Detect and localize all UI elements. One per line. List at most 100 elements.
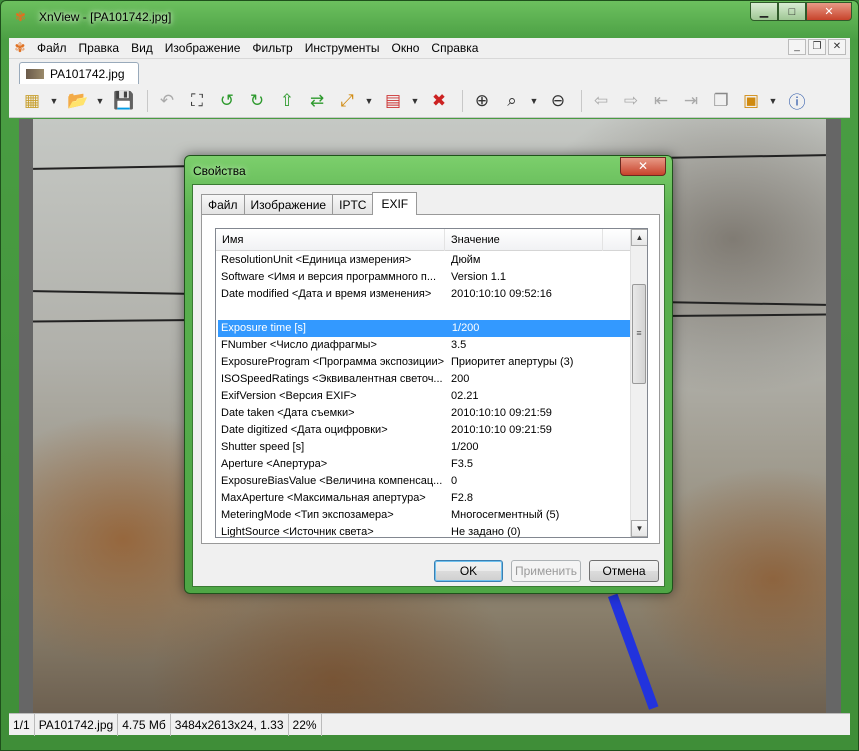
table-row[interactable]: Date digitized <Дата оцифровки> 2010:10:1… <box>216 422 631 439</box>
adjust-icon[interactable]: ▤ <box>380 88 406 114</box>
menu-view[interactable]: Вид <box>125 38 159 58</box>
menu-bar: ✾ Файл Правка Вид Изображение Фильтр Инс… <box>9 38 850 58</box>
table-row[interactable]: ExifVersion <Версия EXIF> 02.21 <box>216 388 631 405</box>
mdi-restore-button[interactable]: ❐ <box>808 39 826 55</box>
table-row[interactable]: ISOSpeedRatings <Эквивалентная светоч...… <box>216 371 631 388</box>
open-folder-icon[interactable]: 📂 <box>65 88 91 114</box>
row-value: Не задано (0) <box>451 526 521 538</box>
document-tab[interactable]: PA101742.jpg <box>19 62 139 85</box>
row-value: 1/200 <box>451 441 479 453</box>
row-value: 1/200 <box>451 322 480 334</box>
close-button[interactable]: ✕ <box>806 2 852 21</box>
wallpaper-icon[interactable]: ▣ <box>738 88 764 114</box>
window-title: XnView - [PA101742.jpg] <box>39 10 172 24</box>
menu-help[interactable]: Справка <box>425 38 484 58</box>
toolbar-separator <box>147 89 148 112</box>
table-row[interactable]: ResolutionUnit <Единица измерения> Дюйм <box>216 252 631 269</box>
row-value: 200 <box>451 373 470 385</box>
menu-tools[interactable]: Инструменты <box>299 38 386 58</box>
row-value: 3.5 <box>451 339 467 351</box>
menu-file[interactable]: Файл <box>31 38 73 58</box>
info-icon[interactable]: ⓘ <box>784 88 810 114</box>
column-header-value[interactable]: Значение <box>445 229 603 251</box>
menu-edit[interactable]: Правка <box>73 38 126 58</box>
maximize-button[interactable]: □ <box>778 2 806 21</box>
table-row[interactable]: Software <Имя и версия программного п...… <box>216 269 631 286</box>
browser-icon[interactable]: ▦ <box>19 88 45 114</box>
chevron-down-icon[interactable]: ▼ <box>410 88 420 114</box>
table-row[interactable]: FNumber <Число диафрагмы> 3.5 <box>216 337 631 354</box>
row-name: Date digitized <Дата оцифровки> <box>221 424 388 436</box>
table-row[interactable]: Aperture <Апертура> F3.5 <box>216 456 631 473</box>
table-row[interactable]: Shutter speed [s] 1/200 <box>216 439 631 456</box>
row-name: ExposureBiasValue <Величина компенсац... <box>221 475 443 487</box>
chevron-down-icon[interactable]: ▼ <box>768 88 778 114</box>
rotate-right-icon[interactable]: ↻ <box>244 88 270 114</box>
cancel-button[interactable]: Отмена <box>589 560 659 582</box>
chevron-down-icon[interactable]: ▼ <box>529 88 539 114</box>
crop-icon[interactable]: ⛶ <box>184 88 210 114</box>
row-name: Date taken <Дата съемки> <box>221 407 355 419</box>
save-icon[interactable]: 💾 <box>111 88 137 114</box>
vertical-scrollbar[interactable]: ▲ ≡ ▼ <box>630 229 647 537</box>
scroll-down-icon[interactable]: ▼ <box>631 520 647 537</box>
dialog-tabs: Файл Изображение IPTC EXIF <box>201 192 418 215</box>
row-name: ExposureProgram <Программа экспозиции> <box>221 356 445 368</box>
minimize-button[interactable]: ▁ <box>750 2 778 21</box>
list-rows: ResolutionUnit <Единица измерения> Дюйм So… <box>216 252 631 538</box>
first-icon[interactable]: ⇤ <box>648 88 674 114</box>
row-name: ISOSpeedRatings <Эквивалентная светоч... <box>221 373 443 385</box>
table-row[interactable]: MeteringMode <Тип экспозамера> Многосегме… <box>216 507 631 524</box>
delete-icon[interactable]: ✖ <box>426 88 452 114</box>
zoom-icon[interactable]: ⌕ <box>499 88 525 114</box>
next-icon[interactable]: ⇨ <box>618 88 644 114</box>
zoom-in-icon[interactable]: ⊕ <box>469 88 495 114</box>
table-row[interactable]: Date modified <Дата и время изменения> 20… <box>216 286 631 303</box>
table-row[interactable]: ExposureBiasValue <Величина компенсац...… <box>216 473 631 490</box>
mdi-close-button[interactable]: ✕ <box>828 39 846 55</box>
row-name: Exposure time [s] <box>221 322 306 334</box>
menu-image[interactable]: Изображение <box>159 38 247 58</box>
table-row[interactable]: Date taken <Дата съемки> 2010:10:10 09:21… <box>216 405 631 422</box>
properties-dialog: Свойства ✕ Файл Изображение IPTC EXIF Им… <box>184 155 673 594</box>
dialog-close-button[interactable]: ✕ <box>620 157 666 176</box>
mdi-minimize-button[interactable]: _ <box>788 39 806 55</box>
status-bar: 1/1 PA101742.jpg 4.75 Мб 3484x2613x24, 1… <box>9 713 850 736</box>
apply-button[interactable]: Применить <box>511 560 581 582</box>
row-value: 2010:10:10 09:21:59 <box>451 407 552 419</box>
prev-icon[interactable]: ⇦ <box>588 88 614 114</box>
menu-filter[interactable]: Фильтр <box>246 38 298 58</box>
dialog-title: Свойства <box>193 164 246 178</box>
table-row[interactable]: Exposure time [s] 1/200 <box>218 320 631 337</box>
tab-iptc[interactable]: IPTC <box>332 194 374 215</box>
menu-window[interactable]: Окно <box>386 38 426 58</box>
convert-icon[interactable]: ⇄ <box>304 88 330 114</box>
status-dimensions: 3484x2613x24, 1.33 <box>171 713 289 736</box>
row-name: Aperture <Апертура> <box>221 458 328 470</box>
table-row[interactable] <box>216 303 631 320</box>
rotate-left-icon[interactable]: ↺ <box>214 88 240 114</box>
table-row[interactable]: LightSource <Источник света> Не задано (0… <box>216 524 631 538</box>
exif-list[interactable]: Имя Значение ResolutionUnit <Единица изм… <box>215 228 648 538</box>
tab-exif[interactable]: EXIF <box>372 192 418 215</box>
slideshow-icon[interactable]: ❐ <box>708 88 734 114</box>
table-row[interactable]: ExposureProgram <Программа экспозиции> Пр… <box>216 354 631 371</box>
table-row[interactable]: MaxAperture <Максимальная апертура> F2.8 <box>216 490 631 507</box>
last-icon[interactable]: ⇥ <box>678 88 704 114</box>
tab-image[interactable]: Изображение <box>243 194 334 215</box>
chevron-down-icon[interactable]: ▼ <box>364 88 374 114</box>
document-menu-icon[interactable]: ✾ <box>9 40 31 56</box>
resize-icon[interactable]: ⤢ <box>334 88 360 114</box>
row-name: ExifVersion <Версия EXIF> <box>221 390 357 402</box>
scroll-up-icon[interactable]: ▲ <box>631 229 647 246</box>
scroll-thumb[interactable]: ≡ <box>632 284 646 384</box>
undo-icon[interactable]: ↶ <box>154 88 180 114</box>
document-tab-strip: PA101742.jpg <box>9 58 850 85</box>
tab-file[interactable]: Файл <box>201 194 245 215</box>
up-icon[interactable]: ⇧ <box>274 88 300 114</box>
zoom-out-icon[interactable]: ⊖ <box>545 88 571 114</box>
column-header-name[interactable]: Имя <box>216 229 445 251</box>
chevron-down-icon[interactable]: ▼ <box>95 88 105 114</box>
ok-button[interactable]: OK <box>434 560 503 582</box>
chevron-down-icon[interactable]: ▼ <box>49 88 59 114</box>
